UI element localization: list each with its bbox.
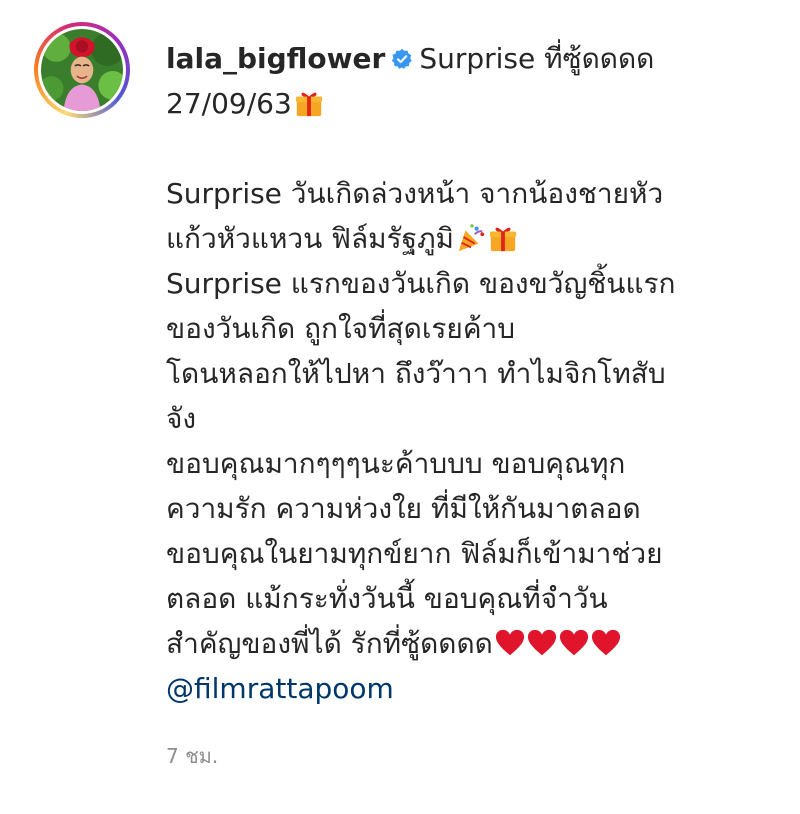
comment-date-line: 27/09/63 [166,81,786,126]
comment-header-text: Surprise ที่ซู้ดดดด [419,42,655,75]
caption-line: ของวันเกิด ถูกใจที่สุดเรยค้าบ [166,312,516,345]
comment-body: lala_bigflower Surprise ที่ซู้ดดดด 27/09… [166,36,786,711]
date-text: 27/09/63 [166,87,292,120]
caption-line: สำคัญของพี่ได้ รักที่ซู้ดดดด [166,621,786,666]
mention-link[interactable]: @filmrattapoom [166,672,394,705]
red-heart-emoji-icon [591,629,620,656]
caption-line: Surprise แรกของวันเกิด ของขวัญชิ้นแรก [166,267,676,300]
caption-line: จัง [166,402,197,435]
comment-header-line: lala_bigflower Surprise ที่ซู้ดดดด [166,36,786,81]
red-heart-emoji-icon [527,629,556,656]
gift-emoji-icon [295,92,322,117]
avatar[interactable] [41,29,123,111]
verified-badge-icon [392,48,413,69]
profile-avatar-story-ring[interactable] [34,22,130,118]
party-popper-emoji-icon [458,224,485,252]
red-heart-emoji-icon [495,629,524,656]
caption-line: Surprise วันเกิดล่วงหน้า จากน้องชายหัว [166,177,664,210]
caption-line: ขอบคุณในยามทุกข์ยาก ฟิล์มก็เข้ามาช่วย [166,537,663,570]
comment-timestamp[interactable]: 7 ชม. [166,740,218,772]
red-heart-emoji-icon [559,629,588,656]
username-link[interactable]: lala_bigflower [166,42,385,75]
caption-line: แก้วหัวแหวน ฟิล์มรัฐภูมิ [166,216,786,261]
caption-line: ขอบคุณมากๆๆๆนะค้าบบบ ขอบคุณทุก [166,447,626,480]
caption-line: ตลอด แม้กระทั่งวันนี้ ขอบคุณที่จำวัน [166,582,608,615]
instagram-comment: lala_bigflower Surprise ที่ซู้ดดดด 27/09… [0,0,800,814]
caption-line: โดนหลอกให้ไปหา ถึงว๊าาา ทำไมจิกโทสับ [166,357,666,390]
gift-emoji-icon [489,227,517,252]
caption-line: ความรัก ความห่วงใย ที่มีให้กันมาตลอด [166,492,641,525]
